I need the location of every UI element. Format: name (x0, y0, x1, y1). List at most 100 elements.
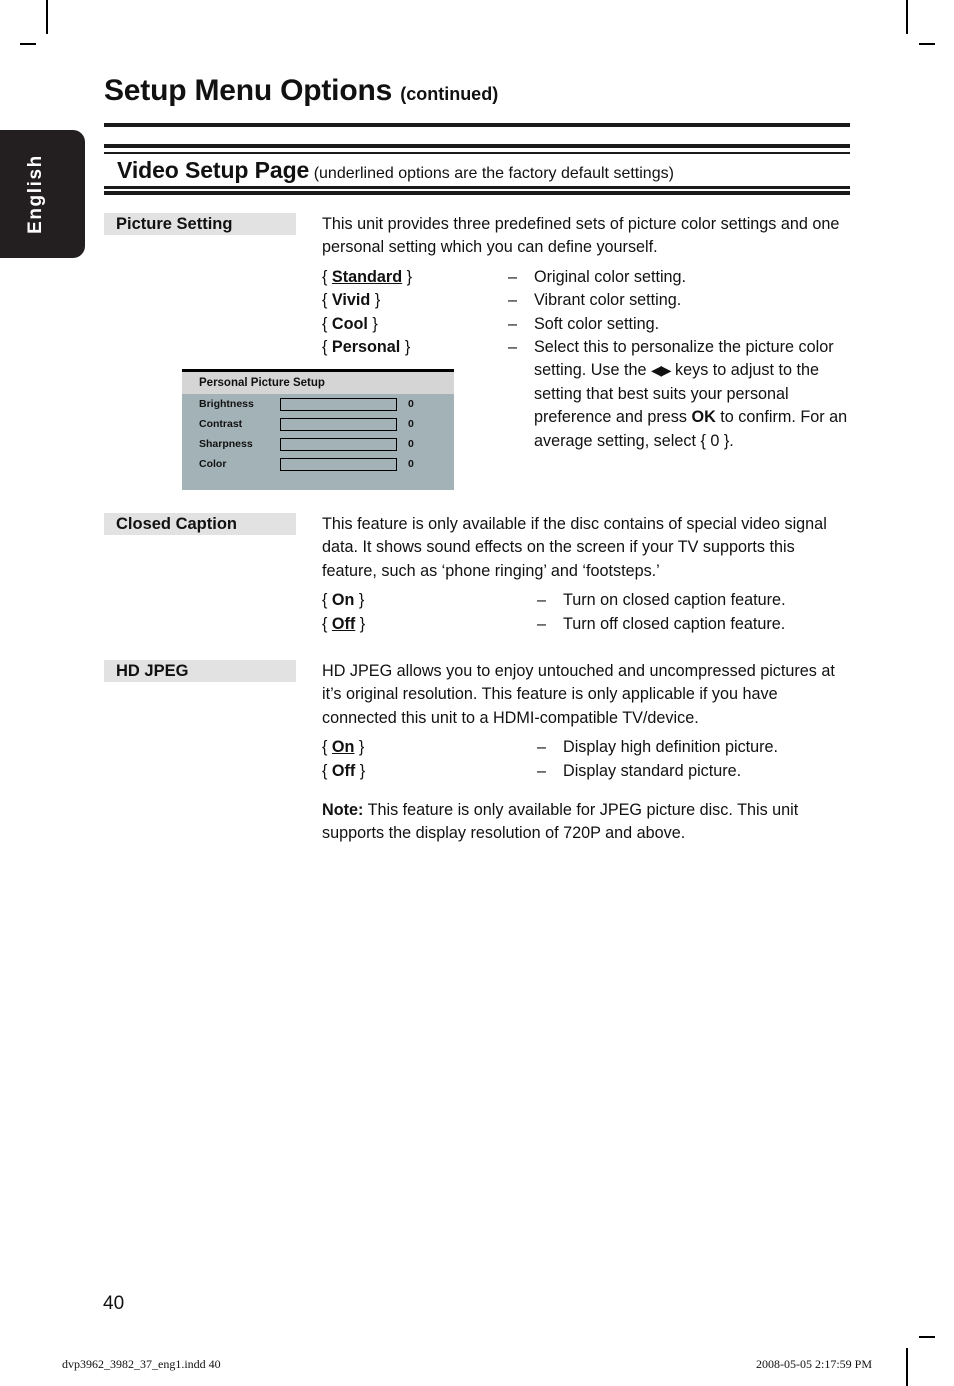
header-rule-top (104, 123, 850, 127)
osd-slider-color[interactable] (280, 458, 397, 471)
osd-slider-contrast[interactable] (280, 418, 397, 431)
option-brace-close: } (358, 738, 365, 757)
subtitle-rule-upper-thin (104, 152, 850, 154)
footer-timestamp: 2008-05-05 2:17:59 PM (756, 1357, 873, 1371)
option-brace-close: } (372, 314, 378, 333)
osd-label-color: Color (199, 458, 227, 470)
option-brace-close: } (359, 614, 366, 633)
language-tab: English (0, 130, 85, 258)
osd-label-contrast: Contrast (199, 418, 243, 430)
option-dash: – (537, 761, 547, 780)
crop-mark-top-left-horizontal (20, 43, 36, 45)
section-intro-hd-jpeg: HD JPEG allows you to enjoy untouched an… (322, 662, 835, 727)
section-intro-closed-caption: This feature is only available if the di… (322, 515, 827, 580)
footer-file-name: dvp3962_3982_37_eng1.indd 40 (62, 1357, 221, 1371)
option-brace-close: } (374, 291, 381, 310)
crop-mark-bottom-right-horizontal (919, 1336, 935, 1338)
option-table-hd-jpeg: { On } – Display high definition picture… (322, 736, 852, 783)
page-number: 40 (103, 1293, 125, 1314)
section-intro-picture-setting: This unit provides three predefined sets… (322, 215, 840, 257)
option-brace-open: { (322, 761, 328, 780)
option-dash: – (508, 291, 518, 310)
option-description: Display high definition picture. (563, 738, 779, 757)
option-description-personal: Select this to personalize the picture c… (534, 336, 852, 453)
option-value: On (331, 591, 355, 610)
section-subtitle-main: Video Setup Page (117, 157, 310, 183)
option-description: Turn off closed caption feature. (563, 614, 786, 633)
option-key: { On } (322, 589, 537, 612)
option-value: Standard (331, 267, 403, 286)
page-canvas: English Setup Menu Options (continued) V… (0, 0, 954, 1386)
osd-label-brightness: Brightness (199, 398, 254, 410)
option-table-closed-caption: { On } – Turn on closed caption feature.… (322, 589, 852, 636)
option-dash: – (508, 338, 518, 357)
ok-key-label: OK (691, 408, 716, 427)
option-row: { Standard } – Original color setting. (322, 266, 852, 289)
option-description: Original color setting. (534, 267, 687, 286)
option-brace-open: { (322, 738, 328, 757)
osd-panel-title: Personal Picture Setup (182, 372, 454, 394)
osd-slider-sharpness[interactable] (280, 438, 397, 451)
option-brace-close: } (404, 338, 411, 357)
option-brace-open: { (322, 614, 328, 633)
option-dash: – (508, 314, 518, 333)
section-label-hd-jpeg: HD JPEG (104, 660, 296, 682)
subtitle-rule-lower-thick (104, 191, 850, 195)
option-key: { Off } (322, 613, 537, 636)
crop-mark-top-left-vertical (46, 0, 48, 34)
option-brace-open: { (322, 291, 328, 310)
option-value: Cool (331, 314, 368, 333)
page-title-continued: (continued) (400, 84, 499, 104)
note-label: Note: (322, 801, 364, 820)
option-row: { On } – Turn on closed caption feature. (322, 589, 852, 612)
left-right-arrow-icon: ◀▶ (650, 362, 672, 379)
subtitle-rule-upper-thick (104, 144, 850, 148)
option-description: Vibrant color setting. (534, 291, 682, 310)
option-row: { Vivid } – Vibrant color setting. (322, 289, 852, 312)
option-brace-close: } (359, 761, 366, 780)
section-subtitle-note: (underlined options are the factory defa… (313, 165, 674, 182)
option-dash: – (537, 614, 547, 633)
option-row: { Cool } – Soft color setting. (322, 313, 852, 336)
option-row: { Off } – Turn off closed caption featur… (322, 613, 852, 636)
option-key: { On } (322, 736, 537, 759)
option-dash: – (537, 591, 547, 610)
option-row: { Off } – Display standard picture. (322, 760, 852, 783)
option-brace-open: { (322, 338, 328, 357)
option-brace-close: } (358, 591, 365, 610)
osd-value-color: 0 (408, 458, 414, 470)
option-brace-open: { (322, 591, 328, 610)
osd-row-sharpness: Sharpness 0 (182, 437, 454, 454)
option-dash: – (537, 738, 547, 757)
option-key: { Vivid } (322, 289, 508, 312)
page-title: Setup Menu Options (continued) (104, 74, 850, 108)
option-dash: – (508, 267, 518, 286)
osd-label-sharpness: Sharpness (199, 438, 253, 450)
language-tab-label: English (24, 154, 46, 234)
option-key: { Standard } (322, 266, 508, 289)
section-subtitle: Video Setup Page (underlined options are… (117, 157, 857, 184)
option-description: Turn on closed caption feature. (563, 591, 786, 610)
section-body-hd-jpeg: HD JPEG allows you to enjoy untouched an… (322, 660, 852, 846)
osd-row-contrast: Contrast 0 (182, 417, 454, 434)
osd-row-color: Color 0 (182, 457, 454, 474)
option-key: { Cool } (322, 313, 508, 336)
option-description: Soft color setting. (534, 314, 660, 333)
crop-mark-top-right-horizontal (919, 43, 935, 45)
crop-mark-bottom-right-vertical (906, 1348, 908, 1386)
crop-mark-top-right-vertical (906, 0, 908, 34)
osd-slider-brightness[interactable] (280, 398, 397, 411)
osd-value-contrast: 0 (408, 418, 414, 430)
osd-value-sharpness: 0 (408, 438, 414, 450)
section-label-picture-setting: Picture Setting (104, 213, 296, 235)
section-body-closed-caption: This feature is only available if the di… (322, 513, 852, 636)
section-label-closed-caption: Closed Caption (104, 513, 296, 535)
option-value: Off (331, 761, 356, 780)
note-text: This feature is only available for JPEG … (322, 801, 799, 843)
osd-value-brightness: 0 (408, 398, 414, 410)
option-description: Display standard picture. (563, 761, 742, 780)
section-note-hd-jpeg: Note: This feature is only available for… (322, 799, 852, 846)
option-value: Vivid (331, 291, 371, 310)
option-row: { On } – Display high definition picture… (322, 736, 852, 759)
option-value: Off (331, 614, 356, 633)
